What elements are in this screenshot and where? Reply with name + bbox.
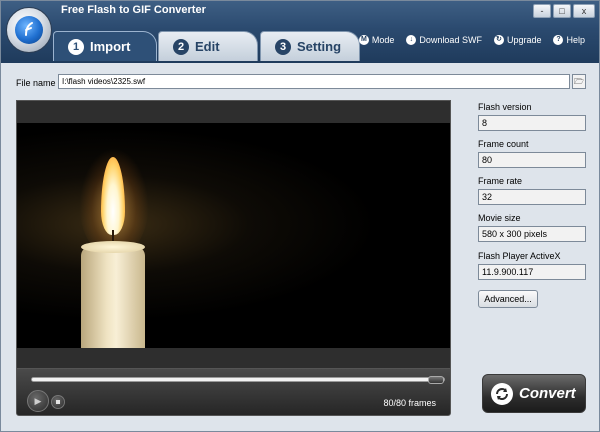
import-panel: File name I:\flash videos\2325.swf 🗁 ▶ 8… [1,63,599,431]
frame-count-label: Frame count [478,139,529,149]
tab-setting[interactable]: 3 Setting [260,31,360,61]
convert-label: Convert [519,385,576,402]
candle-top [81,241,145,253]
player-controls: ▶ 80/80 frames [16,368,451,416]
mode-menu-item[interactable]: M Mode [358,35,395,45]
header-bar: Free Flash to GIF Converter - □ x 1 Impo… [1,1,599,63]
browse-button[interactable]: 🗁 [572,74,586,89]
tab-number-badge: 3 [275,38,291,55]
window-controls: - □ x [533,4,595,18]
advanced-button[interactable]: Advanced... [478,290,538,308]
tab-edit[interactable]: 2 Edit [158,31,258,61]
tab-number-badge: 2 [173,38,189,55]
help-menu-item[interactable]: ? Help [553,35,585,45]
tab-import[interactable]: 1 Import [53,31,157,61]
mode-icon: M [358,35,369,45]
player-top-bar [17,101,450,123]
menu-label: Help [566,35,585,45]
activex-value: 11.9.900.117 [478,264,586,280]
close-button[interactable]: x [573,4,595,18]
app-window: Free Flash to GIF Converter - □ x 1 Impo… [0,0,600,432]
window-title: Free Flash to GIF Converter [61,4,206,16]
folder-icon: 🗁 [574,77,584,86]
frame-rate-value: 32 [478,189,586,205]
minimize-button[interactable]: - [533,4,551,18]
candle-body [81,246,145,348]
app-logo-icon [6,7,52,53]
stop-icon [56,400,60,404]
menu-label: Mode [371,35,395,45]
movie-size-value: 580 x 300 pixels [478,226,586,242]
flash-version-label: Flash version [478,102,532,112]
tab-number-badge: 1 [68,38,84,55]
file-name-field[interactable]: I:\flash videos\2325.swf [58,74,570,89]
menu-label: Download SWF [419,35,482,45]
top-menu: M Mode ↓ Download SWF ↻ Upgrade ? Help [358,35,585,45]
preview-player [16,100,451,410]
file-name-label: File name [16,78,56,88]
progress-thumb[interactable] [428,376,444,384]
movie-size-label: Movie size [478,213,521,223]
play-icon: ▶ [34,396,42,406]
progress-fill [32,378,444,381]
tab-label: Import [90,39,131,54]
activex-label: Flash Player ActiveX [478,251,561,261]
convert-button[interactable]: Convert [482,374,586,413]
tab-label: Setting [297,39,342,54]
help-icon: ? [553,35,564,45]
video-frame [17,123,450,348]
play-button[interactable]: ▶ [27,390,49,412]
convert-icon [491,382,513,405]
tab-label: Edit [195,39,220,54]
upgrade-menu-item[interactable]: ↻ Upgrade [493,35,542,45]
progress-bar[interactable] [31,376,445,384]
download-swf-menu-item[interactable]: ↓ Download SWF [406,35,482,45]
menu-label: Upgrade [506,35,542,45]
frame-rate-label: Frame rate [478,176,523,186]
maximize-button[interactable]: □ [553,4,571,18]
stop-button[interactable] [51,395,65,409]
frame-counter: 80/80 frames [383,398,436,408]
upgrade-icon: ↻ [493,35,504,45]
download-icon: ↓ [406,35,417,45]
flash-version-value: 8 [478,115,586,131]
frame-count-value: 80 [478,152,586,168]
